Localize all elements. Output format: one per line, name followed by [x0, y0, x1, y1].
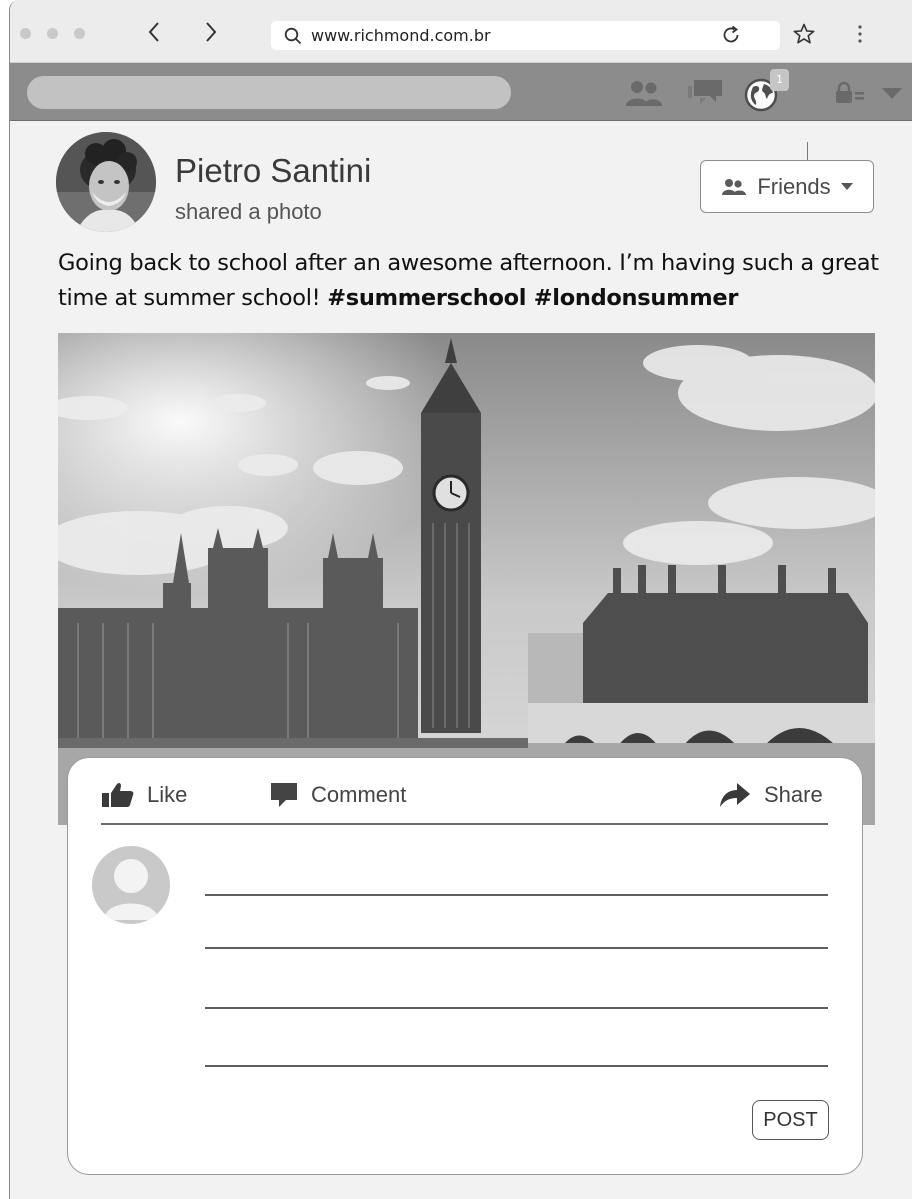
address-bar[interactable]: www.richmond.com.br — [271, 21, 780, 50]
audience-selector[interactable]: Friends — [700, 160, 874, 213]
post-photo[interactable] — [58, 333, 875, 825]
back-button[interactable] — [139, 14, 169, 50]
site-search-field[interactable] — [27, 76, 511, 109]
window-minimize-dot[interactable] — [47, 28, 58, 39]
messages-icon — [688, 80, 722, 104]
thumbs-up-icon — [102, 782, 134, 807]
url-text: www.richmond.com.br — [311, 26, 491, 45]
default-avatar-icon — [104, 859, 158, 920]
chevron-right-icon — [206, 22, 217, 42]
author-action: shared a photo — [175, 199, 322, 224]
more-vertical-icon — [858, 25, 862, 43]
share-label: Share — [764, 782, 823, 807]
comment-input-line-2[interactable] — [205, 947, 828, 949]
forward-button[interactable] — [196, 14, 226, 50]
chevron-left-icon — [148, 22, 159, 42]
like-button[interactable]: Like — [102, 782, 187, 808]
browser-window: www.richmond.com.br 1 Pietro Santini sha… — [9, 0, 912, 1199]
friend-requests-button[interactable] — [622, 77, 666, 109]
browser-menu-button[interactable] — [848, 18, 872, 50]
reload-button[interactable] — [716, 20, 746, 50]
comment-label: Comment — [311, 782, 407, 807]
post-hashtags[interactable]: #summerschool #londonsummer — [327, 285, 738, 311]
account-menu-button[interactable] — [878, 83, 906, 103]
comment-button[interactable]: Comment — [270, 782, 406, 808]
interaction-panel: Like Comment Share POST — [67, 757, 863, 1175]
like-label: Like — [147, 782, 188, 807]
reload-icon — [723, 25, 739, 43]
friends-icon — [722, 178, 747, 195]
bookmark-button[interactable] — [788, 18, 820, 50]
current-user-avatar — [92, 846, 170, 924]
post-text: Going back to school after an awesome af… — [58, 246, 888, 316]
comment-input-line-3[interactable] — [205, 1007, 828, 1009]
share-arrow-icon — [720, 783, 750, 807]
star-icon — [793, 23, 815, 44]
comment-input-line-4[interactable] — [205, 1065, 828, 1067]
big-ben-westminster-photo — [58, 333, 875, 825]
caret-down-icon — [840, 182, 853, 190]
actions-divider — [101, 823, 828, 825]
window-maximize-dot[interactable] — [74, 28, 85, 39]
author-avatar[interactable] — [56, 132, 156, 232]
post-comment-button[interactable]: POST — [752, 1100, 829, 1140]
comment-bubble-icon — [271, 783, 297, 807]
dropdown-caret-icon — [882, 88, 902, 99]
author-name[interactable]: Pietro Santini — [175, 152, 371, 190]
window-close-dot[interactable] — [20, 28, 31, 39]
search-icon — [284, 27, 302, 44]
privacy-lock-icon — [836, 81, 864, 103]
messages-button[interactable] — [685, 77, 725, 109]
comment-input-line-1[interactable] — [205, 894, 828, 896]
friend-requests-icon — [626, 81, 662, 106]
author-photo — [56, 132, 156, 232]
notification-badge: 1 — [770, 69, 789, 91]
audience-label: Friends — [757, 173, 831, 199]
browser-toolbar: www.richmond.com.br — [10, 0, 912, 63]
privacy-button[interactable] — [835, 79, 865, 107]
share-button[interactable]: Share — [719, 782, 823, 808]
